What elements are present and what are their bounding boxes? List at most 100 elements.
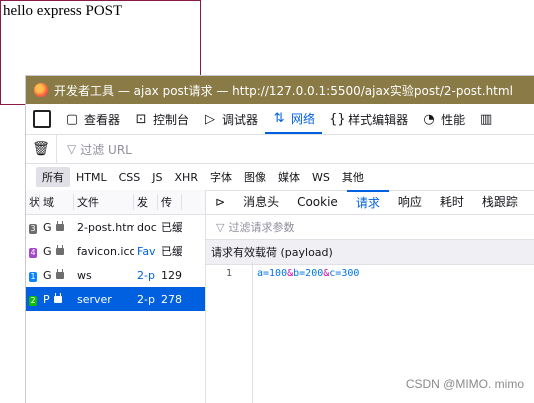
debugger-icon: ▷ bbox=[205, 111, 216, 127]
title-bar: 开发者工具 — ajax post请求 — http://127.0.0.1:5… bbox=[26, 76, 534, 104]
tab-style-editor[interactable]: {} 样式编辑器 bbox=[322, 104, 415, 134]
tab-cookies[interactable]: Cookie bbox=[288, 190, 347, 214]
file-cell: ws bbox=[77, 268, 92, 282]
param-a: a=100 bbox=[257, 268, 288, 279]
tab-timings[interactable]: 耗时 bbox=[431, 190, 473, 214]
tab-inspector-label: 查看器 bbox=[84, 112, 121, 127]
watermark: CSDN @MIMO. mimo bbox=[405, 377, 524, 391]
tab-performance[interactable]: ◔ 性能 bbox=[415, 104, 472, 134]
lock-icon bbox=[55, 244, 64, 255]
type-images-button[interactable]: 图像 bbox=[238, 167, 272, 187]
network-icon: ⇅ bbox=[273, 110, 285, 126]
file-cell: 2-post.htm bbox=[77, 220, 134, 234]
domain-cell: G bbox=[40, 220, 74, 234]
status-badge: 4 bbox=[29, 247, 37, 258]
payload-line: a=100&b=200&c=300 bbox=[257, 268, 359, 279]
filter-url-placeholder: 过滤 URL bbox=[80, 142, 132, 157]
type-all-button[interactable]: 所有 bbox=[36, 167, 70, 187]
initiator-cell: 2-p bbox=[137, 268, 155, 282]
status-badge: 2 bbox=[29, 295, 37, 306]
filter-icon: ▽ bbox=[67, 142, 77, 156]
initiator-cell: Fav bbox=[137, 244, 156, 258]
filter-url-input[interactable]: ▽ 过滤 URL bbox=[57, 141, 132, 158]
initiator-cell: doc bbox=[137, 220, 157, 234]
request-details: ⊳ 消息头 Cookie 请求 响应 耗时 栈跟踪 ▽ 过滤请求参数 请求有效载… bbox=[206, 190, 534, 403]
domain-cell: G bbox=[40, 244, 74, 258]
type-html-button[interactable]: HTML bbox=[70, 169, 113, 186]
column-transferred[interactable]: 传 bbox=[158, 194, 182, 210]
transfer-cell: 129 bbox=[161, 268, 182, 282]
inspector-icon: ▢ bbox=[65, 111, 79, 127]
page-text: hello express POST bbox=[3, 3, 123, 19]
window-title: 开发者工具 — ajax post请求 — http://127.0.0.1:5… bbox=[54, 83, 513, 98]
tab-network[interactable]: ⇅ 网络 bbox=[265, 104, 323, 134]
tab-console[interactable]: ⊡ 控制台 bbox=[127, 104, 196, 134]
status-cell: 1 bbox=[26, 269, 40, 282]
toggle-sidebar-button[interactable]: ⊳ bbox=[206, 190, 234, 214]
status-cell: 2 bbox=[26, 293, 40, 306]
file-cell: server bbox=[77, 292, 112, 306]
method-text: P bbox=[43, 292, 50, 306]
param-c: c=300 bbox=[329, 268, 360, 279]
type-fonts-button[interactable]: 字体 bbox=[204, 167, 238, 187]
status-badge: 1 bbox=[29, 271, 37, 282]
status-cell: 3 bbox=[26, 221, 40, 234]
column-status[interactable]: 状 bbox=[26, 194, 40, 210]
method-text: G bbox=[43, 244, 52, 258]
lock-icon bbox=[55, 268, 64, 279]
type-media-button[interactable]: 媒体 bbox=[272, 167, 306, 187]
transfer-cell: 已缓 bbox=[161, 245, 182, 258]
element-picker-button[interactable] bbox=[26, 104, 58, 134]
tab-performance-label: 性能 bbox=[441, 112, 466, 127]
trash-icon: 🗑 bbox=[32, 141, 50, 157]
picker-icon bbox=[33, 110, 51, 128]
type-other-button[interactable]: 其他 bbox=[336, 167, 370, 187]
tab-response[interactable]: 响应 bbox=[389, 190, 431, 214]
tab-style-editor-label: 样式编辑器 bbox=[348, 112, 409, 127]
method-text: G bbox=[43, 220, 52, 234]
tab-headers[interactable]: 消息头 bbox=[234, 190, 288, 214]
transfer-cell: 已缓 bbox=[161, 221, 182, 234]
table-row[interactable]: 3 G 2-post.htm doc 已缓 bbox=[26, 215, 205, 239]
tab-memory[interactable]: ▥ bbox=[472, 104, 500, 134]
network-panes: 状 域 文件 发 传 3 G 2-post.htm doc 已缓 4 G fav… bbox=[26, 190, 534, 403]
column-domain[interactable]: 域 bbox=[40, 194, 74, 210]
filter-icon: ▽ bbox=[216, 220, 225, 234]
param-b: b=200 bbox=[293, 268, 324, 279]
console-icon: ⊡ bbox=[135, 111, 147, 127]
performance-icon: ◔ bbox=[423, 111, 435, 127]
file-cell: favicon.ico bbox=[77, 244, 134, 258]
tab-stack-trace[interactable]: 栈跟踪 bbox=[473, 190, 527, 214]
devtools-window: 开发者工具 — ajax post请求 — http://127.0.0.1:5… bbox=[26, 76, 534, 403]
type-css-button[interactable]: CSS bbox=[113, 169, 147, 186]
transfer-cell: 278 bbox=[161, 292, 182, 306]
style-editor-icon: {} bbox=[329, 111, 346, 127]
domain-cell: P bbox=[40, 292, 74, 306]
request-list: 状 域 文件 发 传 3 G 2-post.htm doc 已缓 4 G fav… bbox=[26, 190, 206, 403]
lock-icon bbox=[53, 292, 62, 303]
type-js-button[interactable]: JS bbox=[146, 169, 168, 186]
tab-debugger-label: 调试器 bbox=[222, 112, 259, 127]
type-xhr-button[interactable]: XHR bbox=[169, 169, 204, 186]
initiator-cell: 2-p bbox=[137, 292, 155, 306]
tab-network-label: 网络 bbox=[291, 111, 316, 126]
column-file[interactable]: 文件 bbox=[74, 194, 134, 210]
column-initiator[interactable]: 发 bbox=[134, 194, 158, 210]
tab-request[interactable]: 请求 bbox=[346, 190, 389, 214]
firefox-logo-icon bbox=[34, 83, 48, 97]
type-filter-bar: 所有 HTML CSS JS XHR 字体 图像 媒体 WS 其他 bbox=[26, 164, 534, 191]
tab-inspector[interactable]: ▢ 查看器 bbox=[58, 104, 127, 134]
table-row-selected[interactable]: 2 P server 2-p 278 bbox=[26, 287, 205, 311]
table-row[interactable]: 4 G favicon.ico Fav 已缓 bbox=[26, 239, 205, 263]
memory-icon: ▥ bbox=[479, 111, 493, 127]
lock-icon bbox=[55, 220, 64, 231]
table-row[interactable]: 1 G ws 2-p 129 bbox=[26, 263, 205, 287]
request-params-filter[interactable]: ▽ 过滤请求参数 bbox=[206, 215, 534, 240]
request-params-placeholder: 过滤请求参数 bbox=[228, 221, 295, 234]
method-text: G bbox=[43, 268, 52, 282]
tab-debugger[interactable]: ▷ 调试器 bbox=[196, 104, 265, 134]
clear-button[interactable]: 🗑 bbox=[26, 135, 57, 163]
tab-console-label: 控制台 bbox=[153, 112, 190, 127]
type-ws-button[interactable]: WS bbox=[306, 169, 336, 186]
devtools-toolbar: ▢ 查看器 ⊡ 控制台 ▷ 调试器 ⇅ 网络 {} 样式编辑器 ◔ 性能 ▥ bbox=[26, 104, 534, 135]
